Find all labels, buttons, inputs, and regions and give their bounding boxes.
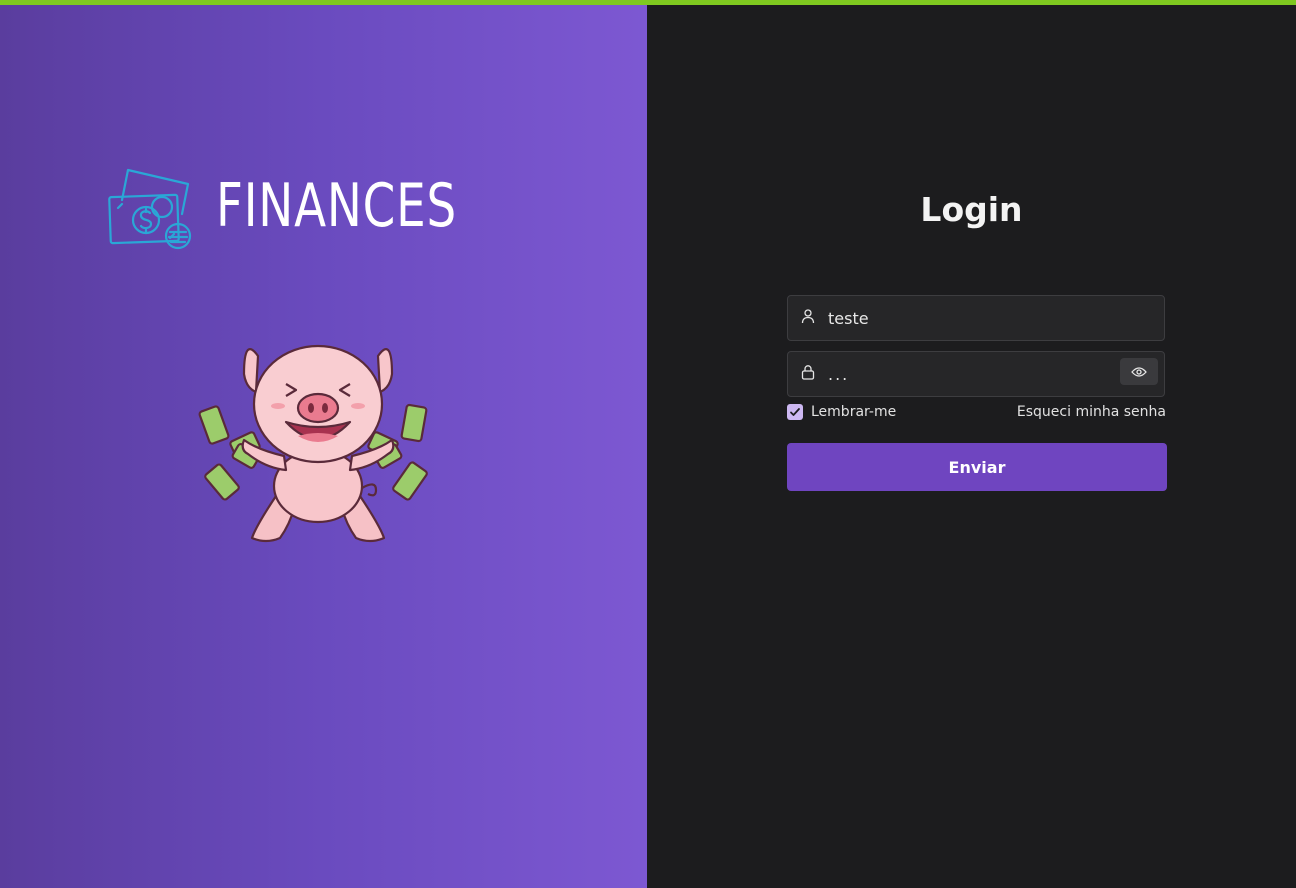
happy-pig-mascot-illustration — [198, 344, 428, 543]
brand-name: FINANCES — [216, 171, 457, 241]
toggle-password-visibility-button[interactable] — [1120, 358, 1158, 385]
brand-logo: FINANCES — [108, 162, 458, 254]
checkmark-icon — [790, 408, 800, 416]
username-field[interactable] — [787, 295, 1165, 341]
remember-me-label: Lembrar-me — [811, 404, 897, 420]
password-field[interactable] — [787, 351, 1165, 397]
money-bills-and-coins-icon — [108, 168, 192, 250]
submit-button[interactable]: Enviar — [787, 443, 1167, 491]
username-input[interactable] — [828, 296, 1148, 340]
forgot-password-link[interactable]: Esqueci minha senha — [1017, 402, 1166, 422]
password-input[interactable] — [828, 352, 1108, 396]
user-icon — [801, 309, 815, 324]
login-title: Login — [920, 190, 1023, 229]
remember-me[interactable]: Lembrar-me — [787, 402, 896, 422]
eye-icon — [1131, 366, 1147, 377]
lock-icon — [801, 365, 815, 380]
remember-me-checkbox[interactable] — [787, 404, 803, 420]
